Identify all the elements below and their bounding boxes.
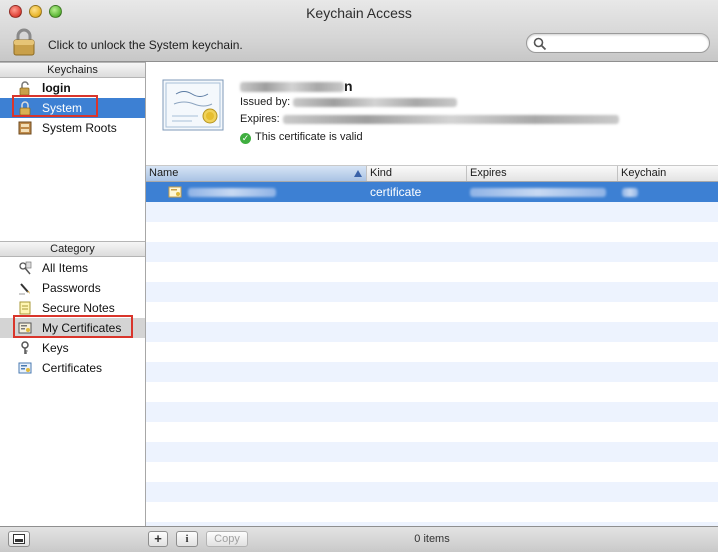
column-header-expires[interactable]: Expires	[467, 166, 618, 181]
table-rows: certificate	[146, 182, 718, 526]
empty-row	[146, 222, 718, 242]
empty-row	[146, 382, 718, 402]
all-items-icon	[18, 261, 32, 275]
redacted-text	[240, 82, 344, 93]
cabinet-icon	[18, 121, 32, 135]
highlight-box	[12, 95, 98, 117]
sidebar-item-label: System Roots	[42, 121, 117, 135]
column-header-kind[interactable]: Kind	[367, 166, 467, 181]
issued-by: Issued by:	[240, 96, 458, 108]
toolbar: Keychain Access Click to unlock the Syst…	[0, 0, 718, 62]
sidebar-item-label: Keys	[42, 341, 69, 355]
empty-row	[146, 482, 718, 502]
table-row[interactable]: certificate	[146, 182, 718, 202]
row-kind: certificate	[370, 185, 422, 199]
column-header-keychain[interactable]: Keychain	[618, 166, 718, 181]
main-pane: n Issued by: Expires: ✓ This certificate …	[146, 62, 718, 526]
empty-row	[146, 402, 718, 422]
sidebar-item-all-items[interactable]: All Items	[0, 258, 145, 278]
pen-icon	[18, 281, 32, 295]
empty-row	[146, 442, 718, 462]
empty-row	[146, 242, 718, 262]
sidebar-item-label: Certificates	[42, 361, 103, 375]
empty-row	[146, 342, 718, 362]
unlock-keychain-text[interactable]: Click to unlock the System keychain.	[48, 38, 243, 52]
highlight-box	[13, 315, 133, 338]
sidebar-item-label: All Items	[42, 261, 89, 275]
expires: Expires:	[240, 113, 619, 125]
redacted-text	[282, 114, 619, 124]
sidebar-item-system-roots[interactable]: System Roots	[0, 118, 145, 138]
sidebar: Keychains login System System Roots Cate…	[0, 62, 146, 526]
certificate-name: n	[240, 78, 353, 94]
column-header-name[interactable]: Name	[146, 166, 367, 181]
empty-row	[146, 502, 718, 522]
row-keychain-redacted	[622, 182, 638, 202]
valid-check-icon: ✓	[240, 133, 251, 144]
keychains-header: Keychains	[0, 62, 145, 78]
search-field[interactable]	[526, 33, 710, 53]
table-header: Name Kind Expires Keychain	[146, 166, 718, 182]
empty-row	[146, 282, 718, 302]
lock-open-icon	[18, 81, 32, 96]
sidebar-item-keys[interactable]: Keys	[0, 338, 145, 358]
item-count: 0 items	[414, 533, 450, 545]
empty-row	[146, 202, 718, 222]
window-title: Keychain Access	[306, 5, 412, 21]
bottom-bar: + i Copy 0 items	[0, 526, 718, 552]
certificate-large-icon	[162, 76, 224, 136]
empty-row	[146, 462, 718, 482]
certificate-status: ✓ This certificate is valid	[240, 131, 363, 144]
sidebar-item-label: Passwords	[42, 281, 101, 295]
certificate-detail: n Issued by: Expires: ✓ This certificate …	[146, 62, 718, 166]
empty-row	[146, 422, 718, 442]
sidebar-item-certificates[interactable]: Certificates	[0, 358, 145, 378]
empty-row	[146, 302, 718, 322]
row-expires-redacted	[470, 182, 606, 202]
empty-row	[146, 262, 718, 282]
certificate-icon	[18, 361, 32, 375]
redacted-text	[293, 97, 458, 107]
keychain-access-window: Keychain Access Click to unlock the Syst…	[0, 0, 718, 552]
search-icon	[533, 37, 547, 51]
empty-row	[146, 362, 718, 382]
note-icon	[18, 301, 32, 315]
lock-icon[interactable]	[12, 28, 36, 56]
row-name-redacted	[188, 182, 276, 202]
certificate-icon	[168, 185, 182, 199]
items-table: Name Kind Expires Keychain certificate	[146, 166, 718, 526]
sort-ascending-icon	[354, 170, 362, 177]
empty-row	[146, 322, 718, 342]
key-icon	[18, 341, 32, 355]
category-header: Category	[0, 241, 145, 257]
sidebar-item-passwords[interactable]: Passwords	[0, 278, 145, 298]
